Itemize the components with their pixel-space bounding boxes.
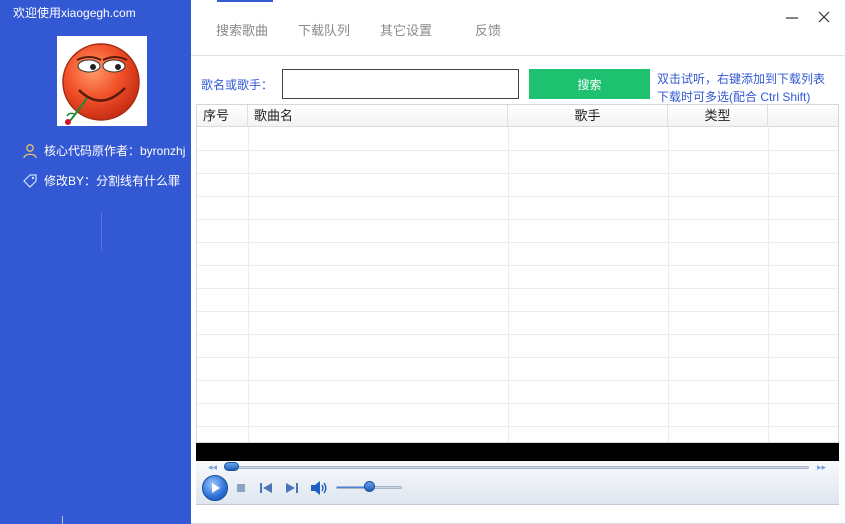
column-header-song-name[interactable]: 歌曲名 bbox=[248, 105, 508, 127]
row-divider bbox=[197, 219, 838, 220]
modified-text: 修改BY：分割线有什么罪 bbox=[44, 174, 181, 188]
minimize-icon bbox=[786, 17, 798, 19]
column-header-singer[interactable]: 歌手 bbox=[508, 105, 668, 127]
tab-feedback[interactable]: 反馈 bbox=[475, 20, 501, 39]
active-tab-indicator bbox=[217, 0, 273, 2]
previous-button[interactable] bbox=[258, 481, 274, 495]
speaker-icon bbox=[311, 481, 327, 495]
row-divider bbox=[197, 311, 838, 312]
play-icon bbox=[212, 483, 220, 493]
row-divider bbox=[197, 334, 838, 335]
table-header: 序号 歌曲名 歌手 类型 bbox=[197, 105, 838, 127]
song-results-table[interactable]: 序号 歌曲名 歌手 类型 bbox=[196, 104, 839, 443]
next-button[interactable] bbox=[284, 481, 300, 495]
hint-text-1: 双击试听，右键添加到下载列表 bbox=[657, 72, 826, 86]
seek-thumb[interactable] bbox=[224, 462, 239, 471]
search-button[interactable]: 搜索 bbox=[529, 69, 650, 99]
seek-bar[interactable] bbox=[224, 466, 809, 469]
divider bbox=[101, 212, 102, 250]
tab-search-songs[interactable]: 搜索歌曲 bbox=[216, 20, 268, 39]
search-label: 歌名或歌手： bbox=[201, 78, 274, 92]
next-icon bbox=[286, 483, 298, 493]
table-body[interactable] bbox=[197, 127, 838, 442]
author-row: 核心代码原作者：byronzhj bbox=[22, 142, 185, 159]
close-icon bbox=[818, 11, 830, 23]
column-header-type[interactable]: 类型 bbox=[668, 105, 768, 127]
column-divider bbox=[768, 127, 769, 442]
column-header-index[interactable]: 序号 bbox=[197, 105, 248, 127]
row-divider bbox=[197, 265, 838, 266]
volume-thumb[interactable] bbox=[363, 481, 375, 492]
row-divider bbox=[197, 426, 838, 427]
row-divider bbox=[197, 242, 838, 243]
window-edge-tick bbox=[62, 516, 63, 524]
tag-icon bbox=[22, 173, 38, 189]
previous-icon bbox=[260, 483, 272, 493]
tab-bar: 搜索歌曲 下载队列 其它设置 反馈 bbox=[191, 0, 846, 56]
user-icon bbox=[22, 143, 38, 159]
row-divider bbox=[197, 173, 838, 174]
search-input[interactable] bbox=[282, 69, 519, 99]
column-divider bbox=[248, 127, 249, 442]
hint-text-2: 下载时可多选(配合 Ctrl Shift) bbox=[657, 90, 811, 104]
row-divider bbox=[197, 357, 838, 358]
column-header-empty bbox=[768, 105, 838, 127]
row-divider bbox=[197, 403, 838, 404]
video-area bbox=[196, 443, 839, 461]
stop-icon bbox=[237, 484, 245, 492]
tab-other-settings[interactable]: 其它设置 bbox=[380, 20, 432, 39]
row-divider bbox=[197, 380, 838, 381]
minimize-button[interactable] bbox=[783, 8, 801, 26]
seek-forward-icon[interactable]: ▸▸ bbox=[817, 462, 826, 473]
column-divider bbox=[508, 127, 509, 442]
stop-button[interactable] bbox=[234, 481, 248, 495]
column-divider bbox=[668, 127, 669, 442]
sidebar: 欢迎使用xiaogegh.com 核心代码原作者：byronzhj 修改BY：分… bbox=[0, 0, 191, 524]
row-divider bbox=[197, 288, 838, 289]
close-button[interactable] bbox=[815, 8, 833, 26]
seek-back-icon[interactable]: ◂◂ bbox=[208, 462, 217, 473]
modified-row: 修改BY：分割线有什么罪 bbox=[22, 172, 180, 189]
play-button[interactable] bbox=[202, 475, 228, 501]
row-divider bbox=[197, 196, 838, 197]
tab-download-queue[interactable]: 下载队列 bbox=[298, 20, 350, 39]
avatar bbox=[57, 36, 147, 126]
author-text: 核心代码原作者：byronzhj bbox=[44, 144, 186, 158]
welcome-text: 欢迎使用xiaogegh.com bbox=[13, 6, 136, 20]
smiley-face-icon bbox=[62, 43, 140, 125]
main-panel: 搜索歌曲 下载队列 其它设置 反馈 歌名或歌手： 搜索 双击试听，右键添加到下载… bbox=[191, 0, 846, 524]
media-player: ◂◂ ▸▸ bbox=[196, 461, 839, 505]
volume-button[interactable] bbox=[310, 480, 328, 496]
row-divider bbox=[197, 150, 838, 151]
